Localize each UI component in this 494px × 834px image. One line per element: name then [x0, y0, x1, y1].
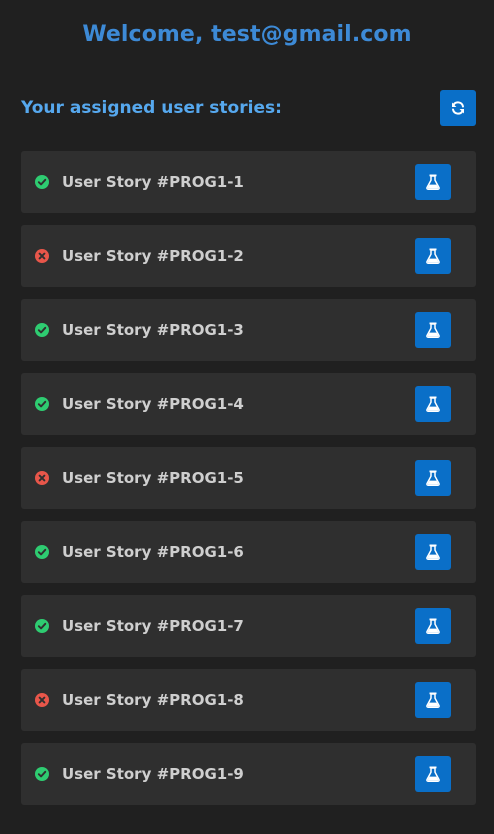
story-label: User Story #PROG1-6 [62, 543, 244, 561]
story-label: User Story #PROG1-9 [62, 765, 244, 783]
run-test-button[interactable] [415, 460, 451, 496]
run-test-button[interactable] [415, 238, 451, 274]
story-item[interactable]: User Story #PROG1-7 [21, 595, 476, 657]
flask-icon [426, 174, 440, 190]
run-test-button[interactable] [415, 164, 451, 200]
check-circle-icon [35, 397, 49, 411]
run-test-button[interactable] [415, 756, 451, 792]
flask-icon [426, 766, 440, 782]
check-circle-icon [35, 767, 49, 781]
story-item[interactable]: User Story #PROG1-4 [21, 373, 476, 435]
check-circle-icon [35, 545, 49, 559]
run-test-button[interactable] [415, 608, 451, 644]
flask-icon [426, 322, 440, 338]
story-item[interactable]: User Story #PROG1-2 [21, 225, 476, 287]
story-item[interactable]: User Story #PROG1-1 [21, 151, 476, 213]
x-circle-icon [35, 249, 49, 263]
section-title: Your assigned user stories: [21, 98, 282, 118]
story-item[interactable]: User Story #PROG1-6 [21, 521, 476, 583]
story-list: User Story #PROG1-1 User Story #PROG1-2 Us… [21, 151, 476, 817]
story-label: User Story #PROG1-1 [62, 173, 244, 191]
welcome-title: Welcome, test@gmail.com [82, 22, 412, 47]
story-item[interactable]: User Story #PROG1-5 [21, 447, 476, 509]
check-circle-icon [35, 175, 49, 189]
x-circle-icon [35, 693, 49, 707]
page: Welcome, test@gmail.com Your assigned us… [0, 0, 494, 834]
story-label: User Story #PROG1-8 [62, 691, 244, 709]
story-label: User Story #PROG1-7 [62, 617, 244, 635]
flask-icon [426, 248, 440, 264]
story-item[interactable]: User Story #PROG1-8 [21, 669, 476, 731]
story-item[interactable]: User Story #PROG1-3 [21, 299, 476, 361]
run-test-button[interactable] [415, 682, 451, 718]
run-test-button[interactable] [415, 386, 451, 422]
refresh-icon [452, 101, 464, 115]
story-label: User Story #PROG1-5 [62, 469, 244, 487]
story-label: User Story #PROG1-2 [62, 247, 244, 265]
refresh-button[interactable] [440, 90, 476, 126]
flask-icon [426, 470, 440, 486]
check-circle-icon [35, 323, 49, 337]
x-circle-icon [35, 471, 49, 485]
section-header: Your assigned user stories: [21, 90, 476, 127]
flask-icon [426, 544, 440, 560]
check-circle-icon [35, 619, 49, 633]
run-test-button[interactable] [415, 534, 451, 570]
story-label: User Story #PROG1-4 [62, 395, 244, 413]
flask-icon [426, 692, 440, 708]
story-label: User Story #PROG1-3 [62, 321, 244, 339]
run-test-button[interactable] [415, 312, 451, 348]
flask-icon [426, 618, 440, 634]
flask-icon [426, 396, 440, 412]
story-item[interactable]: User Story #PROG1-9 [21, 743, 476, 805]
